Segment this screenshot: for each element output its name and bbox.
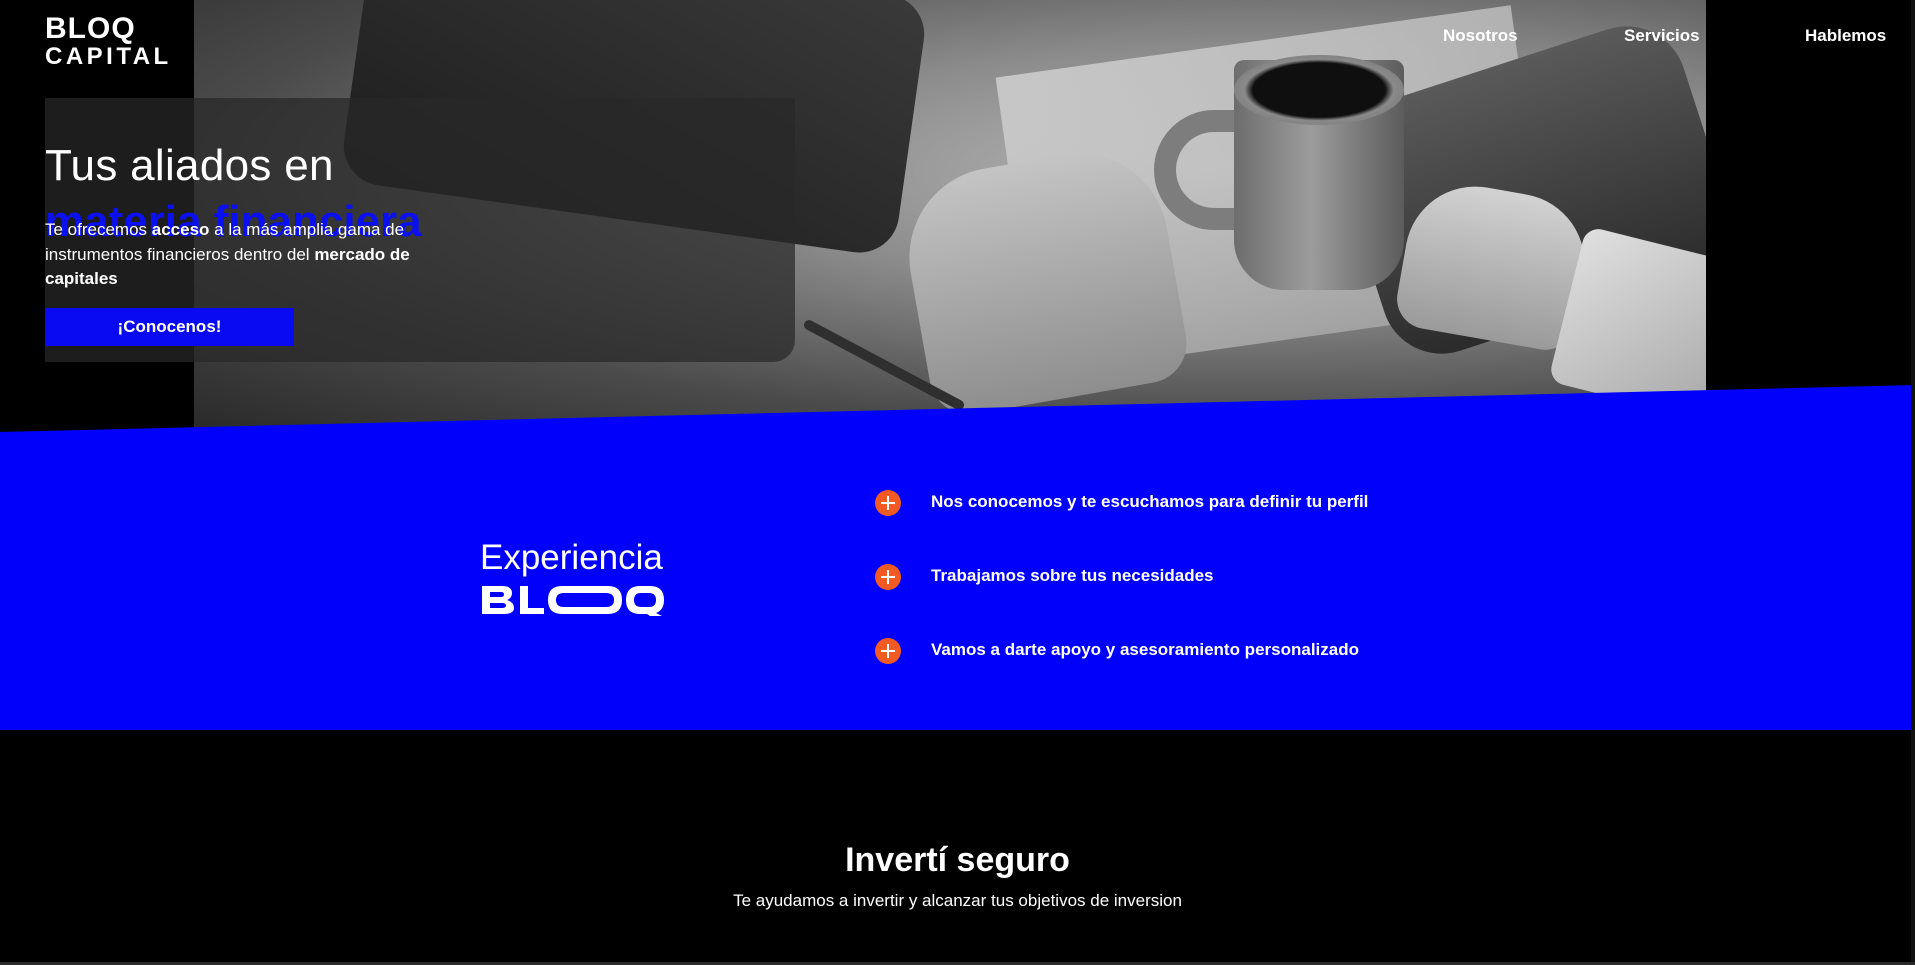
page: BLOQ CAPITAL Nosotros Servicios Hablemos… [0, 0, 1915, 965]
conocenos-button[interactable]: ¡Conocenos! [45, 308, 294, 346]
plus-circle-icon [875, 638, 901, 664]
hero-text-bold1: acceso [151, 220, 210, 239]
experience-section [0, 385, 1915, 730]
logo-text-capital: CAPITAL [45, 43, 172, 70]
nav-link-servicios[interactable]: Servicios [1624, 26, 1700, 46]
plus-circle-icon [875, 490, 901, 516]
nav-link-nosotros[interactable]: Nosotros [1443, 26, 1518, 46]
scrollbar[interactable] [1911, 0, 1915, 965]
site-logo[interactable]: BLOQ CAPITAL [45, 14, 215, 69]
bloq-logo-icon [482, 586, 664, 616]
logo-text-bloq: BLOQ [45, 12, 136, 45]
experience-title: Experiencia [480, 538, 663, 577]
hero-title-line1: Tus aliados en [45, 141, 334, 191]
feature-text: Nos conocemos y te escuchamos para defin… [931, 492, 1369, 511]
feature-text: Vamos a darte apoyo y asesoramiento pers… [931, 640, 1359, 659]
invest-subtitle: Te ayudamos a invertir y alcanzar tus ob… [733, 891, 1182, 910]
hero-text-part1: Te ofrecemos [45, 220, 152, 239]
nav-link-hablemos[interactable]: Hablemos [1805, 26, 1886, 46]
plus-circle-icon [875, 564, 901, 590]
hero-description: Te ofrecemos acceso a la más amplia gama… [45, 218, 425, 292]
photo-mug-top [1234, 55, 1404, 125]
invest-title: Invertí seguro [845, 841, 1070, 879]
feature-text: Trabajamos sobre tus necesidades [931, 566, 1214, 585]
